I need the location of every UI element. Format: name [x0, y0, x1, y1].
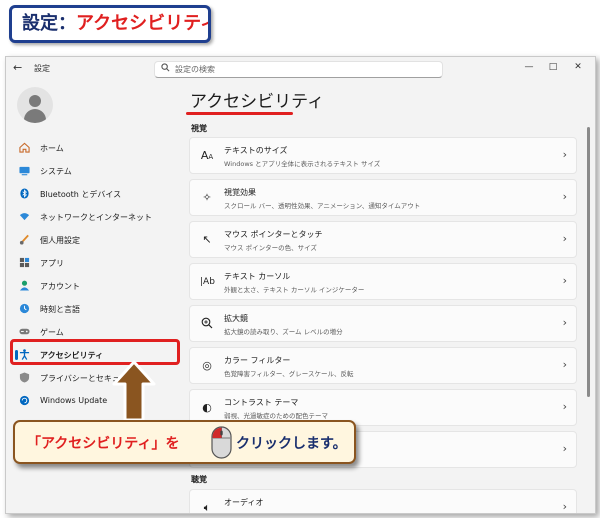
close-button[interactable]: ✕ — [570, 60, 586, 74]
sidebar-item-label: Bluetooth とデバイス — [40, 190, 122, 199]
chevron-right-icon: › — [562, 190, 567, 203]
card-text-cursor[interactable]: |Ab テキスト カーソル 外観と太さ、テキスト カーソル インジケーター › — [189, 263, 577, 300]
system-icon — [19, 166, 30, 176]
chevron-right-icon: › — [562, 148, 567, 161]
card-title: 視覚効果 — [224, 188, 256, 197]
banner-title: アクセシビリティ — [76, 13, 211, 34]
bluetooth-icon — [20, 188, 29, 199]
chevron-right-icon: › — [562, 316, 567, 329]
shield-icon — [19, 372, 30, 383]
sidebar-item-time-language[interactable]: 時刻と言語 — [14, 299, 174, 319]
sidebar-item-apps[interactable]: アプリ — [14, 253, 174, 273]
card-title: コントラスト テーマ — [224, 398, 299, 407]
sidebar-item-personalization[interactable]: 個人用設定 — [14, 230, 174, 250]
card-title: カラー フィルター — [224, 356, 291, 365]
card-subtitle: 外観と太さ、テキスト カーソル インジケーター — [224, 286, 365, 294]
sidebar-item-system[interactable]: システム — [14, 161, 174, 181]
sidebar-item-label: ホーム — [40, 144, 64, 153]
app-title: 設定 — [34, 64, 50, 73]
windows-update-icon — [19, 395, 30, 406]
contrast-icon: ◐ — [202, 401, 212, 414]
card-title: 拡大鏡 — [224, 314, 248, 323]
sidebar-item-label: Windows Update — [40, 396, 108, 405]
text-cursor-icon: |Ab — [200, 277, 215, 287]
card-audio[interactable]: 🔈︎ オーディオ › — [189, 489, 577, 514]
chevron-right-icon: › — [562, 442, 567, 455]
search-input[interactable] — [175, 63, 425, 76]
network-icon — [19, 213, 30, 221]
card-color-filter[interactable]: ◎ カラー フィルター 色覚障害フィルター、グレースケール、反転 › — [189, 347, 577, 384]
avatar-body — [24, 109, 46, 123]
sidebar-item-label: アカウント — [40, 282, 80, 291]
scrollbar[interactable] — [587, 127, 590, 397]
avatar[interactable] — [17, 87, 53, 123]
card-subtitle: スクロール バー、透明性効果、アニメーション、通知タイムアウト — [224, 202, 421, 210]
card-magnifier[interactable]: 拡大鏡 拡大鏡の読み取り、ズーム レベルの増分 › — [189, 305, 577, 342]
chevron-right-icon: › — [562, 232, 567, 245]
avatar-head — [29, 95, 41, 107]
sidebar-item-home[interactable]: ホーム — [14, 138, 174, 158]
magnifier-icon — [200, 317, 214, 331]
chevron-right-icon: › — [562, 358, 567, 371]
maximize-button[interactable]: □ — [545, 60, 561, 74]
text-size-icon: AA — [200, 149, 214, 162]
apps-icon — [19, 257, 30, 268]
color-filter-icon: ◎ — [202, 359, 212, 372]
time-language-icon — [19, 303, 30, 314]
sidebar-item-network[interactable]: ネットワークとインターネット — [14, 207, 174, 227]
section-label-vision: 視覚 — [191, 124, 207, 133]
sidebar-item-label: ゲーム — [40, 328, 64, 337]
sidebar-item-account[interactable]: アカウント — [14, 276, 174, 296]
sidebar-item-label: システム — [40, 167, 72, 176]
sidebar-item-label: ネットワークとインターネット — [40, 213, 152, 222]
back-arrow-icon[interactable]: ← — [13, 61, 22, 74]
card-subtitle: 弱視、光過敏症のための配色テーマ — [224, 412, 328, 420]
card-title: テキストのサイズ — [224, 146, 288, 155]
personalization-icon — [19, 234, 29, 245]
title-banner: 設定：アクセシビリティ — [9, 5, 211, 43]
card-mouse-pointer[interactable]: ↖ マウス ポインターとタッチ マウス ポインターの色、サイズ › — [189, 221, 577, 258]
callout-text-before: 「アクセシビリティ」を — [27, 436, 180, 452]
section-label-hearing: 聴覚 — [191, 475, 207, 484]
card-title: マウス ポインターとタッチ — [224, 230, 323, 239]
minimize-button[interactable]: — — [521, 60, 537, 74]
home-icon — [19, 142, 30, 153]
card-subtitle: 色覚障害フィルター、グレースケール、反転 — [224, 370, 354, 378]
card-subtitle: Windows とアプリ全体に表示されるテキスト サイズ — [224, 160, 381, 168]
banner-prefix: 設定： — [22, 13, 76, 34]
card-title: テキスト カーソル — [224, 272, 291, 281]
title-underline — [186, 112, 293, 115]
visual-effects-icon: ✧ — [202, 191, 212, 204]
search-icon — [161, 63, 170, 75]
chevron-right-icon: › — [562, 500, 567, 513]
title-bar: ← 設定 — □ ✕ — [6, 57, 595, 81]
callout-arrow-icon — [112, 360, 156, 422]
gaming-icon — [19, 328, 30, 335]
sidebar-item-label: 時刻と言語 — [40, 305, 80, 314]
callout-text-after: クリックします。 — [236, 436, 347, 452]
card-visual-effects[interactable]: ✧ 視覚効果 スクロール バー、透明性効果、アニメーション、通知タイムアウト › — [189, 179, 577, 216]
mouse-pointer-icon: ↖ — [202, 233, 212, 246]
mouse-icon — [211, 426, 232, 459]
chevron-right-icon: › — [562, 274, 567, 287]
sidebar-item-bluetooth[interactable]: Bluetooth とデバイス — [14, 184, 174, 204]
sidebar-item-label: 個人用設定 — [40, 236, 80, 245]
chevron-right-icon: › — [562, 400, 567, 413]
sidebar-item-label: アプリ — [40, 259, 64, 268]
card-subtitle: 拡大鏡の読み取り、ズーム レベルの増分 — [224, 328, 343, 336]
audio-icon: 🔈︎ — [203, 501, 211, 514]
account-icon — [19, 280, 30, 291]
instruction-callout: 「アクセシビリティ」を クリックします。 — [13, 420, 356, 464]
search-box[interactable] — [154, 61, 443, 78]
card-title: オーディオ — [224, 498, 264, 507]
card-text-size[interactable]: AA テキストのサイズ Windows とアプリ全体に表示されるテキスト サイズ… — [189, 137, 577, 174]
page-title: アクセシビリティ — [190, 92, 325, 112]
card-subtitle: マウス ポインターの色、サイズ — [224, 244, 317, 252]
